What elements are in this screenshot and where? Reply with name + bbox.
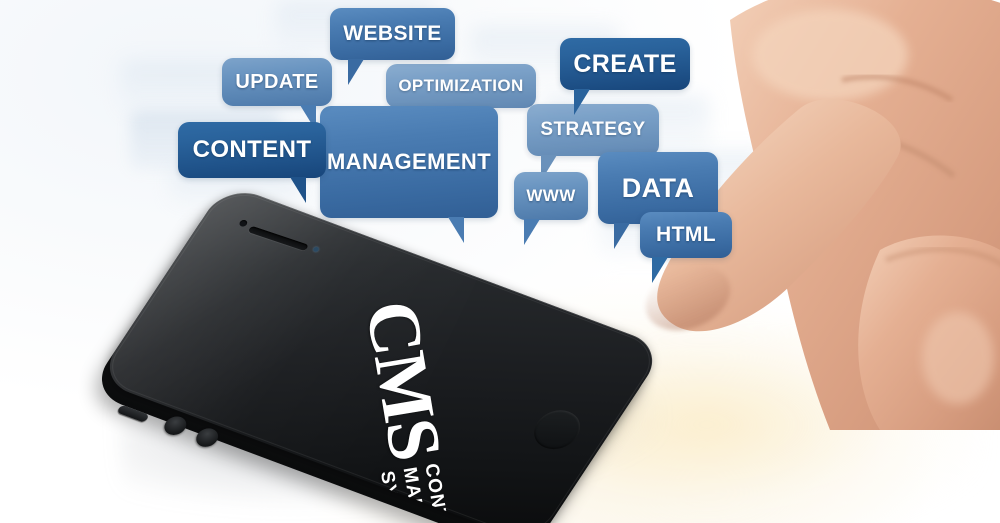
cms-acronym: CMS <box>349 295 457 465</box>
speech-bubble-tail <box>652 257 668 283</box>
speech-bubble-tail <box>574 89 590 115</box>
speech-bubble-update[interactable]: UPDATE <box>222 58 332 131</box>
speech-bubble-label: WEBSITE <box>343 22 442 45</box>
fingernail <box>922 312 994 404</box>
knuckle-highlight <box>752 9 908 101</box>
speech-bubble-content[interactable]: CONTENT <box>178 122 326 203</box>
speech-bubble-optimization[interactable]: OPTIMIZATION <box>386 64 536 108</box>
speech-bubble-strategy[interactable]: STRATEGY <box>527 104 659 181</box>
speech-bubble-tail <box>448 217 464 243</box>
speech-bubble-tail <box>290 177 306 203</box>
speech-bubble-label: HTML <box>656 223 716 246</box>
speech-bubble-create[interactable]: CREATE <box>560 38 690 115</box>
speech-bubble-www[interactable]: WWW <box>514 172 588 245</box>
speech-bubble-label: WWW <box>526 186 576 205</box>
speech-bubble-label: CONTENT <box>192 136 312 163</box>
speech-bubble-tail <box>348 59 364 85</box>
speech-bubble-label: UPDATE <box>235 70 319 93</box>
speech-bubble-html[interactable]: HTML <box>640 212 732 283</box>
scene-canvas: WEBSITE UPDATE OPTIMIZATION CREATE CONTENT MA… <box>0 0 1000 523</box>
speech-bubble-management[interactable]: MANAGEMENT <box>320 106 498 243</box>
speech-bubble-website[interactable]: WEBSITE <box>330 8 455 85</box>
speech-bubble-label: MANAGEMENT <box>326 149 492 174</box>
speech-bubble-label: STRATEGY <box>540 119 646 140</box>
speech-bubble-tail <box>614 223 630 249</box>
speech-bubble-label: OPTIMIZATION <box>398 76 524 95</box>
speech-bubble-label: DATA <box>621 172 695 203</box>
speech-bubble-tail <box>524 219 540 245</box>
speech-bubble-label: CREATE <box>573 49 677 78</box>
